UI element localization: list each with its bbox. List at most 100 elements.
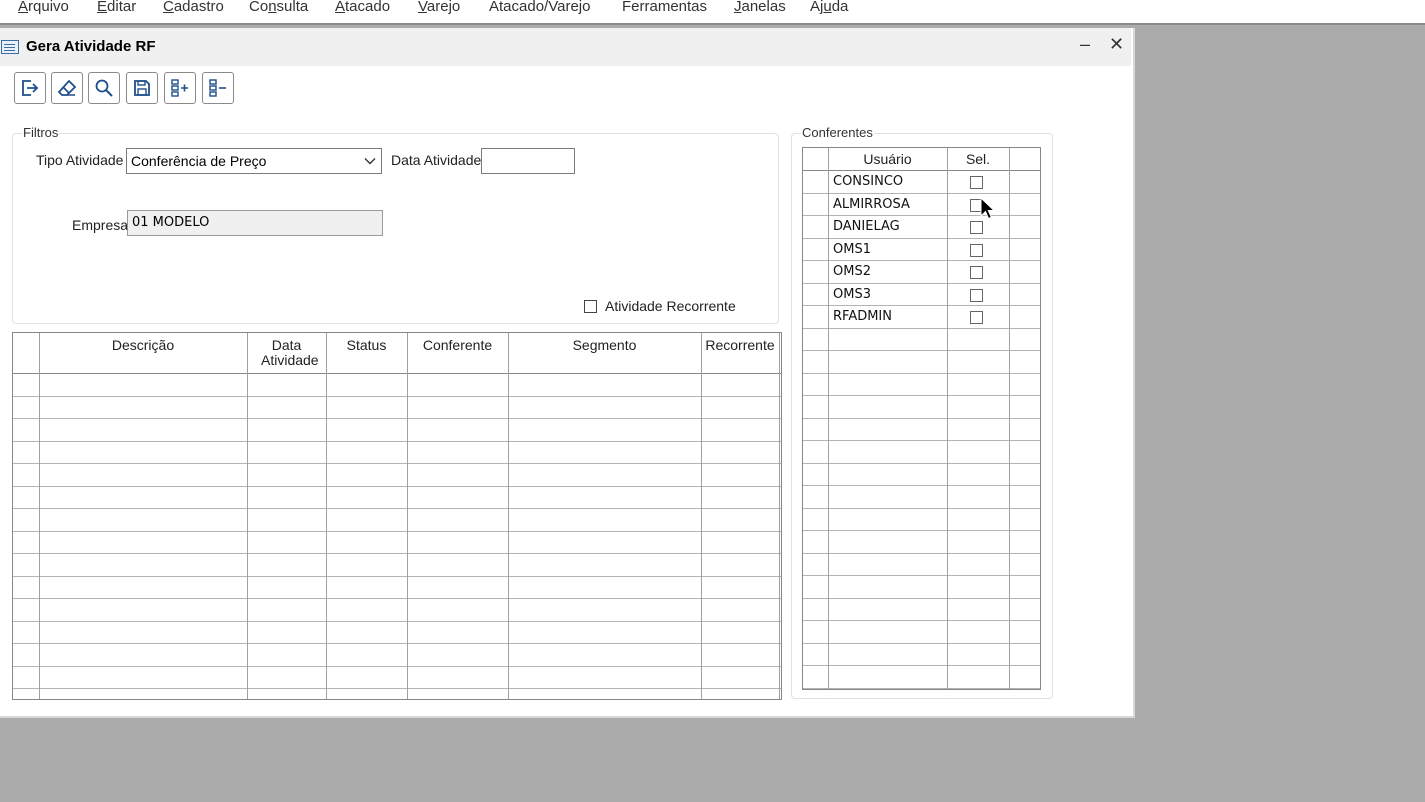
column-header[interactable]: Sel. [947,152,1009,167]
grid-row-line [13,621,781,622]
usuario-cell: OMS3 [833,287,871,302]
sel-checkbox[interactable] [970,266,983,279]
grid-row-line [13,688,781,689]
menu-consulta[interactable]: Consulta [249,0,308,16]
usuario-cell: OMS2 [833,264,871,279]
menu-ferramentas[interactable]: Ferramentas [622,0,707,16]
usuario-cell: ALMIRROSA [833,197,910,212]
grid-column-line [407,333,408,699]
grid-row-line [803,508,1040,509]
column-header[interactable]: Recorrente [701,338,779,353]
grid-row-line [803,485,1040,486]
conferentes-label: Conferentes [801,125,874,140]
grid-row-line [13,486,781,487]
grid-column-line [326,333,327,699]
conferentes-grid[interactable]: Usuário Sel. CONSINCO ALMIRROSA DANIELAG OMS1… [802,147,1041,690]
menu-cadastro[interactable]: Cadastro [163,0,224,16]
sel-checkbox[interactable] [970,311,983,324]
grid-column-line [508,333,509,699]
column-header[interactable]: Usuário [828,152,947,167]
menu-janelas[interactable]: Janelas [734,0,786,16]
usuario-cell: CONSINCO [833,174,904,189]
window-title: Gera Atividade RF [26,38,156,55]
grid-row-line [803,283,1040,284]
grid-column-line [39,333,40,699]
exit-button[interactable] [14,72,46,104]
data-atividade-label: Data Atividade [391,152,482,168]
grid-row-line [803,598,1040,599]
grid-row-line [803,575,1040,576]
eraser-icon [57,79,77,96]
grid-row-line [803,395,1040,396]
add-row-button[interactable] [164,72,196,104]
grid-row-line [13,441,781,442]
window-titlebar[interactable]: Gera Atividade RF – ✕ [0,28,1131,66]
sel-checkbox[interactable] [970,176,983,189]
grid-row-line [13,463,781,464]
exit-icon [22,80,39,96]
grid-row-line [13,531,781,532]
grid-row-line [803,440,1040,441]
menu-editar[interactable]: Editar [97,0,136,16]
menu-bar: Arquivo Editar Cadastro Consulta Atacado… [0,0,1425,25]
grid-row-line [13,418,781,419]
usuario-cell: RFADMIN [833,309,892,324]
grid-row-line [803,463,1040,464]
grid-row-line [13,553,781,554]
search-icon [95,79,113,97]
menu-arquivo[interactable]: Arquivo [18,0,69,16]
clear-button[interactable] [51,72,83,104]
grid-row-line [803,418,1040,419]
column-header[interactable]: Status [326,338,407,353]
grid-row-line [803,193,1040,194]
sel-checkbox[interactable] [970,244,983,257]
tipo-atividade-select[interactable]: Conferência de Preço [126,148,382,174]
grid-row-line [13,508,781,509]
filtros-label: Filtros [22,125,60,140]
chevron-down-icon [364,158,376,165]
column-header[interactable]: Conferente [407,338,508,353]
menu-atacado[interactable]: Atacado [335,0,390,16]
menu-varejo[interactable]: Varejo [418,0,460,16]
atividade-recorrente-label: Atividade Recorrente [605,298,736,314]
grid-row-line [13,576,781,577]
remove-row-button[interactable] [202,72,234,104]
grid-row-line [803,350,1040,351]
grid-row-line [803,553,1040,554]
grid-row-line [803,373,1040,374]
form-icon [1,40,19,54]
grid-row-line [803,620,1040,621]
sel-checkbox[interactable] [970,221,983,234]
minimize-button[interactable]: – [1080,34,1090,55]
atividade-recorrente-checkbox[interactable] [584,300,597,313]
tipo-atividade-value: Conferência de Preço [131,153,267,169]
grid-column-line [247,333,248,699]
grid-column-line [701,333,702,699]
menu-atacado-varejo[interactable]: Atacado/Varejo [489,0,590,16]
grid-row-line [13,396,781,397]
empresa-field[interactable]: 01 MODELO [127,210,383,236]
grid-header-divider [803,170,1040,171]
grid-column-line [779,333,780,699]
grid-header-divider [13,373,781,374]
grid-row-line [803,643,1040,644]
grid-row-line [13,666,781,667]
grid-column-line [1009,148,1010,689]
atividades-grid[interactable]: Descrição Data Atividade Status Conferente S… [12,332,782,700]
grid-row-line [803,688,1040,689]
column-header[interactable]: Data Atividade [247,338,326,368]
data-atividade-input[interactable] [481,148,575,174]
save-button[interactable] [126,72,158,104]
grid-row-line [803,260,1040,261]
add-list-icon [171,79,188,97]
grid-row-line [13,598,781,599]
tipo-atividade-label: Tipo Atividade [36,152,124,168]
menu-ajuda[interactable]: Ajuda [810,0,848,16]
search-button[interactable] [88,72,120,104]
close-button[interactable]: ✕ [1109,34,1124,55]
grid-row-line [803,215,1040,216]
column-header[interactable]: Segmento [508,338,701,353]
sel-checkbox[interactable] [970,289,983,302]
grid-row-line [803,305,1040,306]
column-header[interactable]: Descrição [39,338,247,353]
